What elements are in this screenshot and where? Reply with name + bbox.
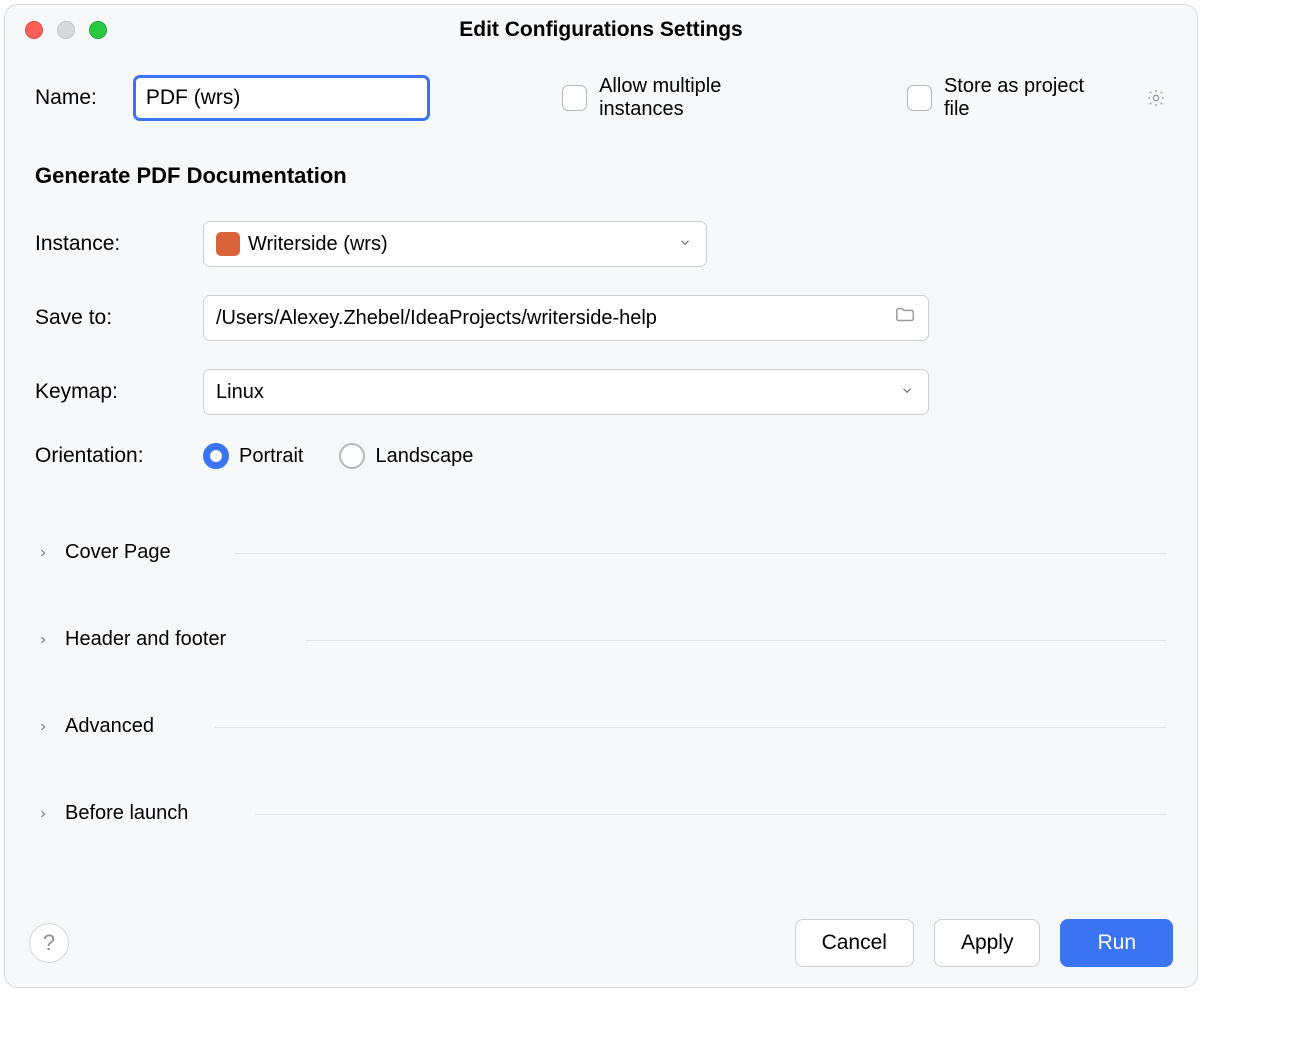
help-button[interactable]: ?: [29, 923, 69, 963]
chevron-right-icon: [35, 634, 51, 646]
collapsible-sections: Cover Page Header and footer Advanced: [35, 509, 1167, 857]
allow-multiple-instances-label: Allow multiple instances: [599, 75, 805, 121]
section-header-footer[interactable]: Header and footer: [35, 596, 1167, 683]
orientation-portrait-option[interactable]: Portrait: [203, 443, 303, 469]
run-button[interactable]: Run: [1060, 919, 1173, 967]
orientation-landscape-radio[interactable]: [339, 443, 365, 469]
minimize-window-button[interactable]: [57, 21, 75, 39]
chevron-right-icon: [35, 547, 51, 559]
save-to-value: /Users/Alexey.Zhebel/IdeaProjects/writer…: [216, 307, 657, 330]
save-to-input[interactable]: /Users/Alexey.Zhebel/IdeaProjects/writer…: [203, 295, 929, 341]
section-before-launch-label: Before launch: [65, 802, 188, 825]
save-to-label: Save to:: [35, 306, 203, 330]
help-icon: ?: [43, 930, 55, 956]
section-advanced[interactable]: Advanced: [35, 683, 1167, 770]
cancel-button[interactable]: Cancel: [795, 919, 914, 967]
instance-value: Writerside (wrs): [248, 233, 388, 256]
store-as-project-file-checkbox[interactable]: [907, 85, 932, 111]
form-grid: Instance: Writerside (wrs) Save to: /Use…: [35, 221, 1167, 469]
chevron-down-icon: [678, 233, 692, 256]
dialog-content: Name: Allow multiple instances Store as …: [5, 55, 1197, 857]
titlebar: Edit Configurations Settings: [5, 5, 1197, 55]
section-before-launch[interactable]: Before launch: [35, 770, 1167, 857]
gear-icon[interactable]: [1146, 87, 1167, 109]
chevron-down-icon: [900, 381, 914, 404]
allow-multiple-instances-option[interactable]: Allow multiple instances: [562, 75, 805, 121]
keymap-combobox[interactable]: Linux: [203, 369, 929, 415]
apply-button[interactable]: Apply: [934, 919, 1041, 967]
orientation-landscape-label: Landscape: [375, 445, 473, 468]
chevron-right-icon: [35, 721, 51, 733]
dialog-footer: ? Cancel Apply Run: [5, 901, 1197, 987]
chevron-right-icon: [35, 808, 51, 820]
keymap-label: Keymap:: [35, 380, 203, 404]
store-as-project-file-option[interactable]: Store as project file: [907, 75, 1110, 121]
section-header-footer-label: Header and footer: [65, 628, 226, 651]
name-row: Name: Allow multiple instances Store as …: [35, 75, 1167, 121]
keymap-value: Linux: [216, 381, 264, 404]
orientation-portrait-label: Portrait: [239, 445, 303, 468]
orientation-radio-group: Portrait Landscape: [203, 443, 1167, 469]
section-advanced-label: Advanced: [65, 715, 154, 738]
section-cover-page-label: Cover Page: [65, 541, 171, 564]
orientation-label: Orientation:: [35, 444, 203, 468]
section-heading: Generate PDF Documentation: [35, 163, 1167, 189]
window-controls: [25, 21, 107, 39]
orientation-portrait-radio[interactable]: [203, 443, 229, 469]
instance-label: Instance:: [35, 232, 203, 256]
folder-icon[interactable]: [894, 304, 916, 332]
orientation-landscape-option[interactable]: Landscape: [339, 443, 473, 469]
section-cover-page[interactable]: Cover Page: [35, 509, 1167, 596]
name-input[interactable]: [133, 75, 430, 121]
zoom-window-button[interactable]: [89, 21, 107, 39]
window-title: Edit Configurations Settings: [459, 18, 743, 42]
close-window-button[interactable]: [25, 21, 43, 39]
store-as-project-file-label: Store as project file: [944, 75, 1110, 121]
instance-icon: [216, 232, 240, 256]
name-label: Name:: [35, 86, 97, 110]
instance-combobox[interactable]: Writerside (wrs): [203, 221, 707, 267]
edit-configurations-window: Edit Configurations Settings Name: Allow…: [4, 4, 1198, 988]
allow-multiple-instances-checkbox[interactable]: [562, 85, 587, 111]
